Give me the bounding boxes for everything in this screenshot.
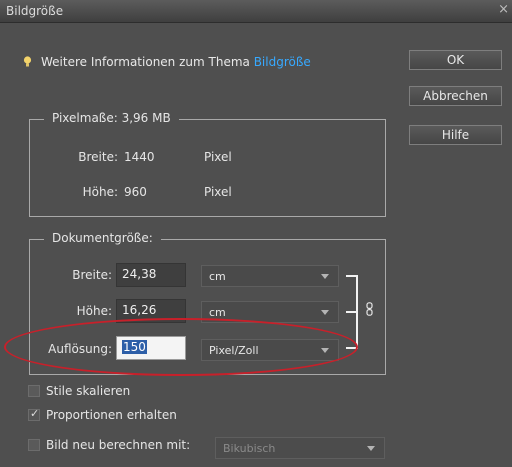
- doc-width-field[interactable]: 24,38: [116, 263, 186, 287]
- info-text: Weitere Informationen zum Thema: [41, 55, 250, 69]
- pixel-dimensions-legend: Pixelmaße: 3,96 MB: [44, 111, 179, 125]
- doc-width-unit: cm: [209, 270, 226, 283]
- title-bar: Bildgröße ×: [0, 0, 512, 23]
- help-button[interactable]: Hilfe: [409, 125, 502, 145]
- constrain-bracket-middle: [346, 311, 358, 313]
- pixel-dimensions-group: Pixelmaße: 3,96 MB: [29, 111, 386, 217]
- pixel-width-label: Breite:: [78, 150, 118, 164]
- resample-label[interactable]: Bild neu berechnen mit:: [46, 438, 190, 452]
- document-size-legend: Dokumentgröße:: [44, 231, 161, 245]
- scale-styles-checkbox[interactable]: [28, 385, 40, 397]
- pixel-height-label: Höhe:: [82, 185, 118, 199]
- pixel-height-unit: Pixel: [204, 185, 232, 199]
- doc-width-unit-select[interactable]: cm: [201, 265, 339, 287]
- scale-styles-label[interactable]: Stile skalieren: [46, 384, 130, 398]
- close-icon[interactable]: ×: [498, 2, 509, 17]
- info-link[interactable]: Bildgröße: [254, 55, 311, 69]
- doc-height-label: Höhe:: [76, 304, 112, 318]
- resample-method-select[interactable]: Bikubisch: [215, 437, 385, 459]
- pixel-height-value: 960: [124, 185, 147, 199]
- pixel-width-unit: Pixel: [204, 150, 232, 164]
- constrain-proportions-label[interactable]: Proportionen erhalten: [46, 408, 177, 422]
- resolution-highlight-oval: [4, 318, 358, 376]
- window-title: Bildgröße: [6, 4, 64, 18]
- doc-width-label: Breite:: [72, 268, 112, 282]
- cancel-button[interactable]: Abbrechen: [409, 86, 502, 106]
- chevron-down-icon: [321, 310, 329, 315]
- lightbulb-icon: [23, 56, 32, 67]
- doc-height-unit: cm: [209, 306, 226, 319]
- check-icon: ✓: [30, 407, 40, 420]
- chevron-down-icon: [367, 446, 375, 451]
- constrain-proportions-checkbox[interactable]: ✓: [28, 407, 40, 421]
- ok-button[interactable]: OK: [409, 50, 502, 70]
- pixel-width-value: 1440: [124, 150, 155, 164]
- info-row: Weitere Informationen zum Thema Bildgröß…: [23, 55, 311, 69]
- chain-link-icon: [366, 302, 373, 316]
- chevron-down-icon: [321, 274, 329, 279]
- resample-method: Bikubisch: [223, 442, 276, 455]
- resample-checkbox[interactable]: [28, 439, 40, 451]
